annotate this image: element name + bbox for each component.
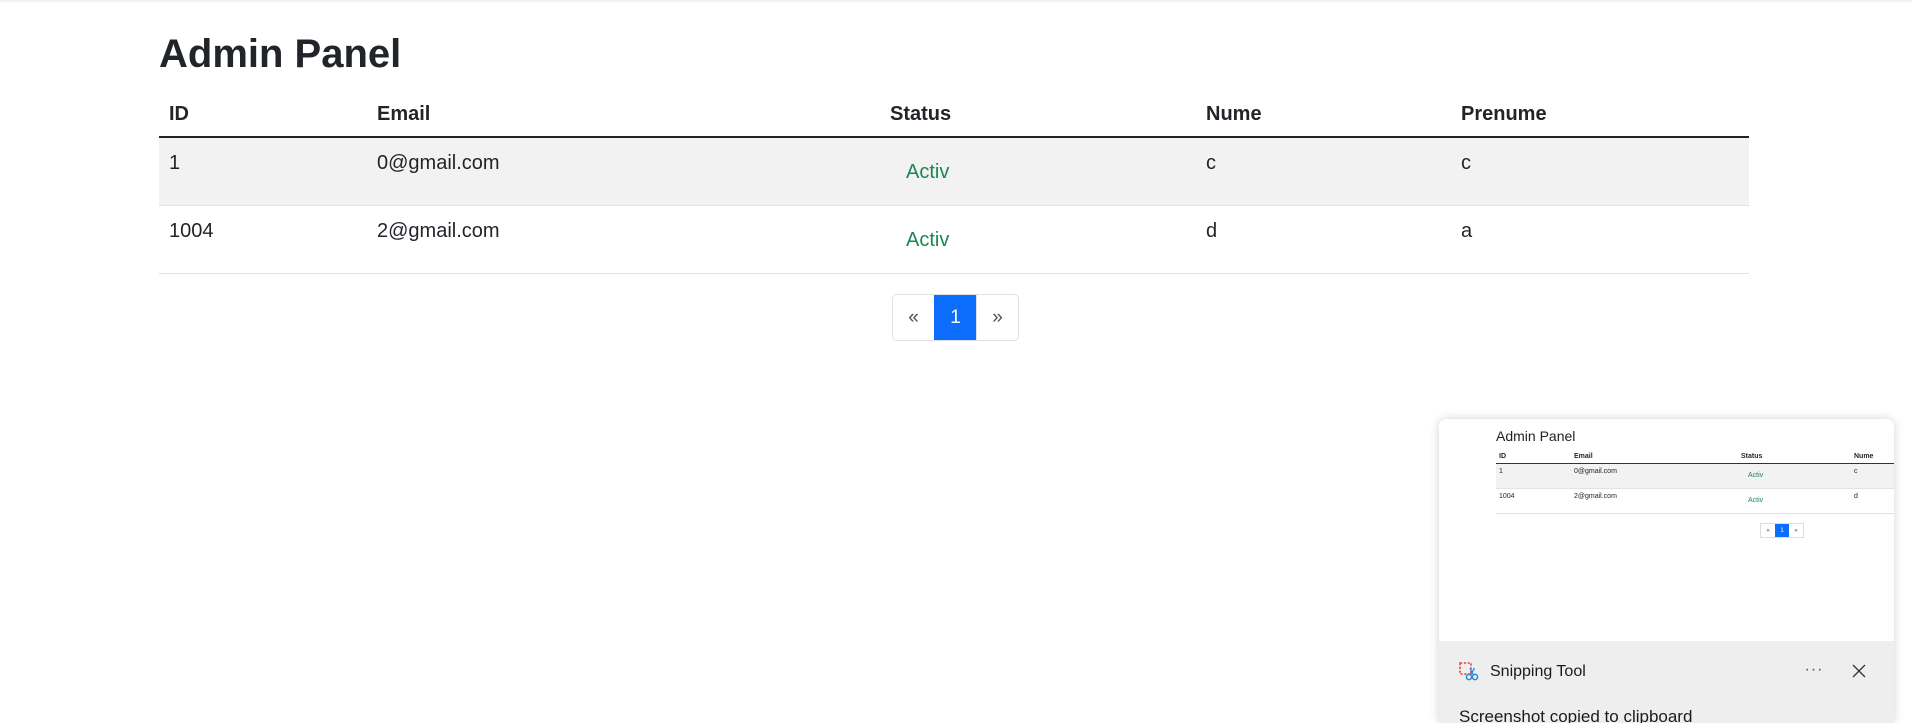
column-header-email: Email [367, 92, 880, 138]
snipping-tool-notification: Admin Panel ID Email Status Nume 1 0@gma… [1439, 419, 1894, 723]
thumbnail-cell: 2@gmail.com [1574, 493, 1617, 500]
cell-email: 0@gmail.com [367, 137, 880, 206]
thumbnail-cell: 1004 [1499, 493, 1515, 500]
thumbnail-pagination: « 1 » [1760, 523, 1804, 538]
cell-id: 1004 [159, 205, 367, 274]
pagination-next-button[interactable]: » [976, 295, 1018, 340]
thumbnail-cell: 1 [1499, 468, 1503, 475]
cell-id: 1 [159, 137, 367, 206]
snipping-tool-icon [1459, 662, 1479, 681]
table-row: 1004 2@gmail.com Activ d a [159, 205, 1749, 274]
cell-nume-value: d [1206, 220, 1218, 242]
pagination-previous-button[interactable]: « [893, 295, 934, 340]
column-header-prenume: Prenume [1451, 92, 1749, 138]
thumbnail-header: Email [1574, 453, 1593, 460]
cell-prenume-value: c [1461, 152, 1471, 174]
cell-id-value: 1 [169, 152, 181, 174]
status-badge: Activ [906, 161, 950, 183]
cell-status: Activ [880, 205, 1196, 274]
thumbnail-header: Nume [1854, 453, 1874, 460]
thumbnail-cell: Activ [1748, 472, 1764, 479]
notification-app-name: Snipping Tool [1490, 663, 1586, 680]
pagination: « 1 » [892, 294, 1019, 341]
thumbnail-header: ID [1499, 453, 1506, 460]
cell-prenume: a [1451, 205, 1749, 274]
cell-id-value: 1004 [169, 220, 214, 242]
cell-status: Activ [880, 137, 1196, 206]
pagination-page-1[interactable]: 1 [934, 295, 976, 340]
screenshot-thumbnail[interactable]: Admin Panel ID Email Status Nume 1 0@gma… [1439, 419, 1894, 641]
thumbnail-row: 1004 2@gmail.com Activ d [1496, 489, 1894, 514]
notification-bar: Snipping Tool ··· Screenshot copied to c… [1439, 641, 1894, 723]
column-header-status: Status [880, 92, 1196, 138]
table-row: 1 0@gmail.com Activ c c [159, 137, 1749, 206]
cell-prenume-value: a [1461, 220, 1473, 242]
cell-email-value: 0@gmail.com [377, 152, 500, 174]
users-table: ID Email Status Nume Prenume 1 0@gmail.c… [159, 92, 1749, 274]
cell-nume: c [1196, 137, 1451, 206]
cell-nume: d [1196, 205, 1451, 274]
thumbnail-cell: c [1854, 468, 1858, 475]
thumbnail-header-row: ID Email Status Nume [1496, 449, 1894, 464]
thumbnail-cell: d [1854, 493, 1858, 500]
cell-nume-value: c [1206, 152, 1216, 174]
cell-email: 2@gmail.com [367, 205, 880, 274]
table-header-row: ID Email Status Nume Prenume [159, 92, 1749, 138]
column-header-id: ID [159, 92, 367, 138]
notification-message: Screenshot copied to clipboard [1459, 707, 1693, 723]
thumbnail-title: Admin Panel [1496, 428, 1576, 444]
thumbnail-pager-page: 1 [1775, 524, 1789, 537]
thumbnail-cell: 0@gmail.com [1574, 468, 1617, 475]
thumbnail-cell: Activ [1748, 497, 1764, 504]
more-options-button[interactable]: ··· [1800, 659, 1828, 683]
thumbnail-pager-prev: « [1766, 527, 1770, 534]
column-header-nume: Nume [1196, 92, 1451, 138]
status-badge: Activ [906, 229, 950, 251]
thumbnail-table: ID Email Status Nume 1 0@gmail.com Activ… [1496, 449, 1894, 514]
cell-prenume: c [1451, 137, 1749, 206]
cell-email-value: 2@gmail.com [377, 220, 500, 242]
top-shadow [0, 0, 1912, 3]
close-icon[interactable] [1847, 659, 1871, 683]
thumbnail-header: Status [1741, 453, 1763, 460]
ellipsis-icon: ··· [1804, 661, 1824, 678]
thumbnail-pager-next: » [1794, 527, 1798, 534]
page-title: Admin Panel [159, 32, 402, 76]
thumbnail-row: 1 0@gmail.com Activ c [1496, 464, 1894, 489]
